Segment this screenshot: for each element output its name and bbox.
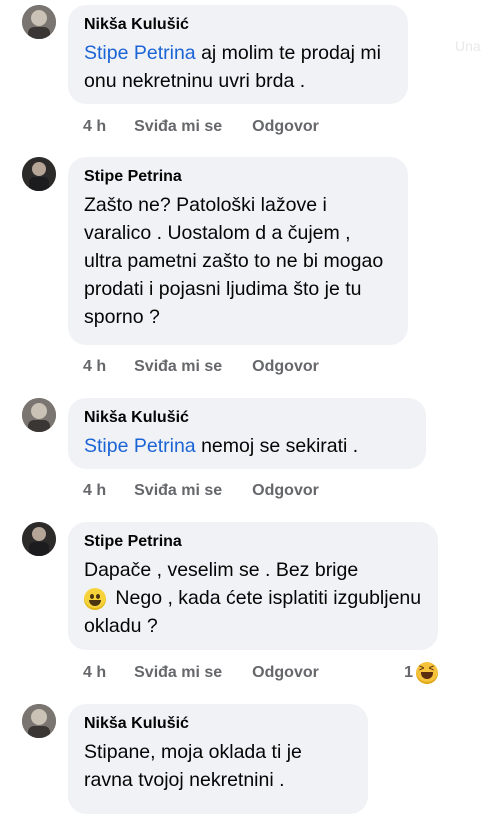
reaction-summary[interactable]: 1 <box>404 662 438 684</box>
comment-text: Stipe Petrina aj molim te prodaj mi onu … <box>84 39 392 95</box>
avatar-photo-icon <box>22 157 56 191</box>
like-button[interactable]: Sviđa mi se <box>134 118 222 136</box>
haha-reaction-icon <box>416 662 438 684</box>
comment-author[interactable]: Nikša Kulušić <box>84 15 392 35</box>
avatar[interactable] <box>22 522 56 556</box>
comment-text: Stipane, moja oklada ti je ravna tvojoj … <box>84 741 302 791</box>
comment-body: nemoj se sekirati . <box>195 435 359 457</box>
reply-button[interactable]: Odgovor <box>252 482 319 500</box>
avatar-photo-icon <box>22 704 56 738</box>
comment-bubble: Nikša Kulušić Stipe Petrina nemoj se sek… <box>68 398 426 469</box>
comment-author[interactable]: Stipe Petrina <box>84 167 392 187</box>
reaction-count: 1 <box>404 664 413 681</box>
comment-actions: 4 h Sviđa mi se Odgovor <box>83 664 349 682</box>
avatar[interactable] <box>22 398 56 432</box>
comment-author[interactable]: Nikša Kulušić <box>84 714 352 734</box>
ghost-text: Una <box>455 38 481 54</box>
timestamp[interactable]: 4 h <box>83 118 106 136</box>
comment-text: Stipe Petrina nemoj se sekirati . <box>84 432 410 460</box>
avatar[interactable] <box>22 704 56 738</box>
reply-button[interactable]: Odgovor <box>252 664 319 682</box>
avatar-photo-icon <box>22 522 56 556</box>
timestamp[interactable]: 4 h <box>83 664 106 682</box>
comment-text: Dapače , veselim se . Bez brige Nego , k… <box>84 556 422 640</box>
reply-button[interactable]: Odgovor <box>252 358 319 376</box>
like-button[interactable]: Sviđa mi se <box>134 358 222 376</box>
reply-button[interactable]: Odgovor <box>252 118 319 136</box>
comment-bubble: Stipe Petrina Zašto ne? Patološki lažove… <box>68 157 408 345</box>
like-button[interactable]: Sviđa mi se <box>134 664 222 682</box>
mention-link[interactable]: Stipe Petrina <box>84 42 196 64</box>
avatar-photo-icon <box>22 398 56 432</box>
comment-body: Dapače , veselim se . Bez brige <box>84 559 359 581</box>
timestamp[interactable]: 4 h <box>83 358 106 376</box>
grinning-face-icon <box>84 587 106 610</box>
comment-author[interactable]: Stipe Petrina <box>84 532 422 552</box>
comment-bubble: Nikša Kulušić Stipe Petrina aj molim te … <box>68 5 408 104</box>
avatar[interactable] <box>22 5 56 39</box>
comment-actions: 4 h Sviđa mi se Odgovor <box>83 482 349 500</box>
mention-link[interactable]: Stipe Petrina <box>84 435 196 457</box>
comment-bubble: Stipe Petrina Dapače , veselim se . Bez … <box>68 522 438 650</box>
comment-actions: 4 h Sviđa mi se Odgovor <box>83 118 349 136</box>
comment-text: Zašto ne? Patološki lažove i varalico . … <box>84 194 384 328</box>
comment-actions: 4 h Sviđa mi se Odgovor <box>83 358 349 376</box>
avatar-photo-icon <box>22 5 56 39</box>
timestamp[interactable]: 4 h <box>83 482 106 500</box>
comment-body-continued: Nego , kada ćete isplatiti izgubljenu ok… <box>84 587 422 637</box>
avatar[interactable] <box>22 157 56 191</box>
like-button[interactable]: Sviđa mi se <box>134 482 222 500</box>
comment-author[interactable]: Nikša Kulušić <box>84 408 410 428</box>
comment-bubble: Nikša Kulušić Stipane, moja oklada ti je… <box>68 704 368 814</box>
